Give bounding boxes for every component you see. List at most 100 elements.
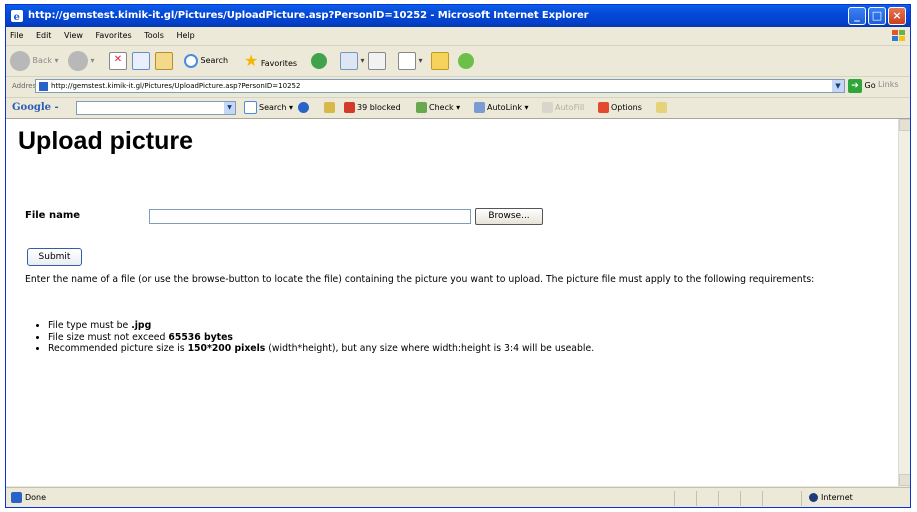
req1-value: .jpg bbox=[131, 320, 152, 331]
spellcheck-icon bbox=[416, 102, 427, 113]
menu-edit[interactable]: Edit bbox=[36, 31, 52, 40]
chevron-down-icon[interactable]: ▼ bbox=[832, 80, 844, 92]
autolink-label: AutoLink bbox=[487, 103, 522, 112]
back-button[interactable]: Back ▾ bbox=[10, 50, 59, 72]
file-path-input[interactable] bbox=[149, 209, 471, 224]
folder-icon bbox=[431, 51, 449, 70]
menu-tools[interactable]: Tools bbox=[144, 31, 164, 40]
google-logo[interactable]: Google - bbox=[12, 98, 59, 118]
blocked-label: 39 blocked bbox=[357, 103, 401, 112]
pagerank-button[interactable] bbox=[298, 98, 311, 118]
autolink-button[interactable]: AutoLink ▾ bbox=[474, 98, 529, 118]
pagerank-icon bbox=[298, 102, 309, 113]
address-bar: Address http://gemstest.kimik-it.gl/Pict… bbox=[6, 77, 910, 98]
stop-icon: ✕ bbox=[109, 51, 127, 70]
status-divider bbox=[718, 491, 719, 506]
google-search-input[interactable]: ▼ bbox=[76, 101, 236, 115]
close-button[interactable]: × bbox=[888, 7, 906, 25]
refresh-button[interactable] bbox=[132, 50, 150, 72]
go-label: Go bbox=[864, 81, 876, 90]
back-arrow-icon bbox=[10, 50, 30, 71]
menu-view[interactable]: View bbox=[64, 31, 83, 40]
options-button[interactable]: Options bbox=[598, 98, 642, 118]
refresh-icon bbox=[132, 51, 150, 70]
autofill-button[interactable]: AutoFill bbox=[542, 98, 584, 118]
req2-value: 65536 bytes bbox=[168, 331, 233, 343]
ie-logo-icon: e bbox=[11, 10, 23, 23]
submit-button[interactable]: Submit bbox=[27, 248, 82, 266]
go-arrow-icon: ➔ bbox=[848, 79, 862, 93]
req3-suffix: (width*height), but any size where width… bbox=[265, 343, 595, 354]
home-icon bbox=[155, 51, 173, 70]
browse-button[interactable]: Browse... bbox=[475, 208, 543, 225]
home-button[interactable] bbox=[155, 50, 173, 72]
file-name-label: File name bbox=[25, 210, 81, 221]
print-button[interactable] bbox=[368, 50, 386, 72]
list-item: Recommended picture size is 150*200 pixe… bbox=[48, 343, 594, 355]
page-title: Upload picture bbox=[18, 127, 194, 155]
messenger-button[interactable] bbox=[458, 50, 474, 72]
chevron-down-icon: ▾ bbox=[90, 56, 95, 65]
mail-button[interactable]: ▾ bbox=[340, 50, 365, 72]
links-button[interactable]: Links bbox=[878, 80, 899, 89]
history-button[interactable] bbox=[311, 50, 327, 72]
vertical-scrollbar[interactable] bbox=[898, 119, 910, 486]
scroll-down-button[interactable] bbox=[899, 474, 910, 486]
edit-icon bbox=[398, 51, 416, 70]
info-icon bbox=[324, 102, 335, 113]
google-toolbar: Google - ▼ Search ▾ 39 blocked Check ▾ A… bbox=[6, 98, 910, 119]
status-text: Done bbox=[25, 493, 47, 502]
page-icon bbox=[39, 82, 48, 91]
folder-button[interactable] bbox=[431, 50, 449, 72]
search-button[interactable]: Search bbox=[184, 50, 228, 72]
back-label: Back bbox=[32, 56, 52, 65]
req2-text: File size must not exceed bbox=[48, 331, 169, 343]
options-label: Options bbox=[611, 103, 642, 112]
chevron-down-icon[interactable]: ▼ bbox=[224, 102, 235, 114]
popup-blocker-icon bbox=[344, 102, 355, 113]
status-divider bbox=[801, 491, 802, 506]
chevron-down-icon: ▾ bbox=[418, 56, 423, 65]
maximize-button[interactable]: □ bbox=[868, 7, 886, 25]
edit-button[interactable]: ▾ bbox=[398, 50, 423, 72]
forward-arrow-icon bbox=[68, 50, 88, 71]
history-icon bbox=[311, 52, 327, 69]
req1-text: File type must be bbox=[48, 320, 132, 331]
minimize-button[interactable]: _ bbox=[848, 7, 866, 25]
scroll-up-button[interactable] bbox=[899, 119, 910, 131]
check-label: Check bbox=[429, 103, 454, 112]
mail-icon bbox=[340, 51, 358, 70]
req3-text: Recommended picture size is bbox=[48, 343, 188, 354]
list-item: File type must be .jpg bbox=[48, 320, 594, 332]
star-icon: ★ bbox=[244, 51, 259, 70]
forward-button[interactable]: ▾ bbox=[68, 50, 95, 72]
messenger-icon bbox=[458, 52, 474, 69]
highlighter-button[interactable] bbox=[656, 98, 669, 118]
address-input[interactable]: http://gemstest.kimik-it.gl/Pictures/Upl… bbox=[35, 79, 845, 93]
autolink-icon bbox=[474, 102, 485, 113]
page-content: Upload picture File name Browse... Submi… bbox=[6, 119, 898, 486]
spellcheck-button[interactable]: Check ▾ bbox=[416, 98, 460, 118]
address-url: http://gemstest.kimik-it.gl/Pictures/Upl… bbox=[51, 82, 301, 90]
popup-blocker-button[interactable]: 39 blocked bbox=[344, 98, 401, 118]
print-icon bbox=[368, 51, 386, 70]
status-divider bbox=[740, 491, 741, 506]
stop-button[interactable]: ✕ bbox=[109, 50, 127, 72]
instructions-text: Enter the name of a file (or use the bro… bbox=[25, 274, 815, 285]
go-button[interactable]: ➔ Go bbox=[848, 79, 876, 93]
standard-toolbar: Back ▾ ▾ ✕ Search ★ Favorites ▾ ▾ bbox=[6, 46, 910, 77]
favorites-button[interactable]: ★ Favorites bbox=[244, 50, 297, 72]
options-icon bbox=[598, 102, 609, 113]
google-search-icon bbox=[244, 101, 257, 114]
title-bar[interactable]: e http://gemstest.kimik-it.gl/Pictures/U… bbox=[6, 5, 910, 27]
windows-flag-icon bbox=[892, 30, 905, 41]
google-search-button[interactable]: Search ▾ bbox=[244, 98, 293, 118]
info-button[interactable] bbox=[324, 98, 337, 118]
window-title: http://gemstest.kimik-it.gl/Pictures/Upl… bbox=[28, 10, 589, 21]
favorites-label: Favorites bbox=[260, 59, 298, 68]
status-divider bbox=[762, 491, 763, 506]
menu-file[interactable]: File bbox=[10, 31, 23, 40]
menu-help[interactable]: Help bbox=[176, 31, 194, 40]
menu-favorites[interactable]: Favorites bbox=[96, 31, 132, 40]
globe-icon bbox=[809, 493, 818, 502]
